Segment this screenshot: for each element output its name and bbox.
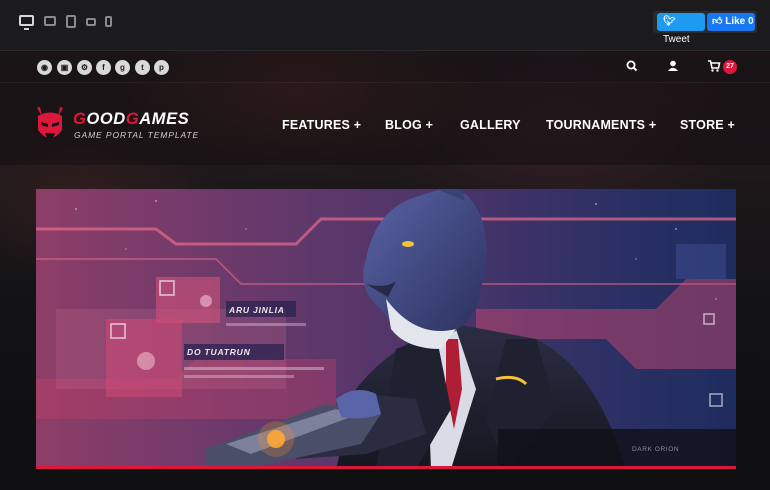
banner-illustration <box>36 189 736 466</box>
ninja-mask-logo-icon <box>37 107 63 138</box>
logo-title: GOODGAMES <box>73 110 189 129</box>
nav-item-tournaments[interactable]: TOURNAMENTS + <box>546 118 656 132</box>
top-bar: ◉ ▣ ⚙ f g t p 27 <box>0 51 770 83</box>
tablet-icon[interactable] <box>66 15 76 28</box>
like-button[interactable]: 👍︎ Like 0 <box>707 13 755 31</box>
social-share-buttons: 🐦︎ Tweet 👍︎ Like 0 <box>653 11 757 45</box>
like-label: Like <box>725 16 746 27</box>
cart-icon[interactable] <box>707 59 721 73</box>
facebook-icon[interactable]: f <box>96 60 111 75</box>
search-icon[interactable] <box>625 59 639 73</box>
like-count: 0 <box>748 16 754 27</box>
tweet-label: Tweet <box>663 34 690 45</box>
main-navbar: GOODGAMES GAME PORTAL TEMPLATE FEATURES … <box>0 83 770 165</box>
tweet-button[interactable]: 🐦︎ Tweet <box>657 13 705 45</box>
cart-count-badge: 27 <box>723 60 737 74</box>
site-logo[interactable]: GOODGAMES GAME PORTAL TEMPLATE <box>33 104 198 148</box>
phone-icon[interactable] <box>105 16 112 27</box>
hud-label-2: DO TUATRUN <box>187 347 251 357</box>
twitter-bird-icon: 🐦︎ <box>663 16 676 27</box>
logo-subtitle: GAME PORTAL TEMPLATE <box>74 130 200 140</box>
site-preview: ◉ ▣ ⚙ f g t p 27 GOODGAMES GAME PORTAL T… <box>0 51 770 490</box>
logo-title-part-2: AMES <box>139 110 190 128</box>
thumbs-up-icon: 👍︎ <box>712 16 723 27</box>
google-plus-icon[interactable]: g <box>115 60 130 75</box>
logo-title-letter-1: G <box>73 110 87 128</box>
pinterest-icon[interactable]: p <box>154 60 169 75</box>
logo-title-letter-2: G <box>125 110 140 128</box>
twitter-icon[interactable]: t <box>135 60 150 75</box>
hud-label-1: ARU JINLIA <box>229 305 285 315</box>
device-preview-bar: 🐦︎ Tweet 👍︎ Like 0 <box>0 0 770 51</box>
nav-item-gallery[interactable]: GALLERY <box>460 118 521 132</box>
user-icon[interactable] <box>666 59 680 73</box>
desktop-icon[interactable] <box>19 15 34 30</box>
hero-banner[interactable]: ARU JINLIA DO TUATRUN DARK ORION <box>36 189 736 469</box>
steam-icon[interactable]: ⚙ <box>77 60 92 75</box>
nav-item-blog[interactable]: BLOG + <box>385 118 433 132</box>
tablet-landscape-icon[interactable] <box>86 18 96 26</box>
twitch-icon[interactable]: ▣ <box>57 60 72 75</box>
banner-corner-label: DARK ORION <box>632 446 680 453</box>
rss-icon[interactable]: ◉ <box>37 60 52 75</box>
logo-title-part-1: OOD <box>86 110 126 128</box>
nav-item-features[interactable]: FEATURES + <box>282 118 361 132</box>
laptop-icon[interactable] <box>44 16 56 26</box>
nav-item-store[interactable]: STORE + <box>680 118 735 132</box>
